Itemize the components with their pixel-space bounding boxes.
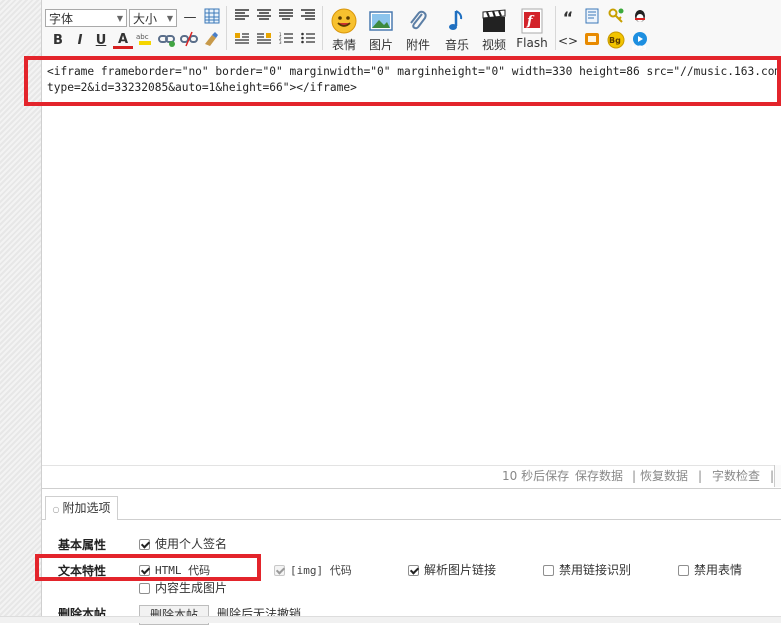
- restore-data-link[interactable]: 恢复数据: [640, 466, 688, 486]
- tab-underline: [42, 519, 781, 520]
- clear-format-icon[interactable]: [201, 31, 221, 51]
- svg-text:abc: abc: [136, 33, 149, 41]
- highlight-box-code: [24, 56, 781, 106]
- basic-attributes-label: 基本属性: [58, 538, 107, 552]
- key-icon[interactable]: [606, 8, 626, 28]
- qq-icon[interactable]: [630, 8, 650, 28]
- ordered-list-icon[interactable]: 123: [276, 31, 296, 51]
- bold-button[interactable]: B: [48, 31, 68, 51]
- image-label: 图片: [368, 38, 393, 52]
- music-note-icon: [444, 8, 470, 34]
- flash-label: Flash: [516, 36, 548, 50]
- code-icon[interactable]: <>: [558, 31, 578, 51]
- tab-extra-options[interactable]: ○ 附加选项: [45, 496, 118, 520]
- background-color-icon[interactable]: abc: [135, 31, 155, 51]
- image-icon: [368, 8, 394, 34]
- quote-icon[interactable]: “: [558, 8, 578, 28]
- music-label: 音乐: [444, 38, 469, 52]
- disable-emoticons-checkbox[interactable]: [678, 565, 689, 576]
- float-left-icon[interactable]: [232, 31, 252, 51]
- parse-links-checkbox[interactable]: [408, 565, 419, 576]
- emoticon-label: 表情: [331, 38, 356, 52]
- align-left-icon[interactable]: [232, 8, 252, 28]
- background-icon[interactable]: Bg: [606, 31, 626, 51]
- float-right-icon[interactable]: [254, 31, 274, 51]
- align-center-icon[interactable]: [254, 8, 274, 28]
- music-button[interactable]: 音乐: [439, 8, 475, 54]
- highlight-box-html-option: [35, 554, 261, 581]
- tab-label: 附加选项: [62, 501, 111, 515]
- flash-button[interactable]: f Flash: [512, 8, 552, 54]
- align-justify-icon[interactable]: [276, 8, 296, 28]
- video-button[interactable]: 视频: [476, 8, 512, 54]
- status-divider: |: [698, 469, 703, 483]
- mp3-icon[interactable]: MP3: [630, 31, 650, 52]
- unordered-list-icon[interactable]: [298, 31, 318, 51]
- disable-emoticons-label: 禁用表情: [694, 563, 743, 577]
- parse-links-option[interactable]: 解析图片链接: [408, 563, 496, 577]
- underline-button[interactable]: U: [91, 31, 111, 51]
- chevron-down-icon: ▼: [116, 14, 123, 23]
- resize-handle[interactable]: [774, 465, 781, 487]
- disable-emoticons-option[interactable]: 禁用表情: [678, 563, 742, 577]
- font-family-select[interactable]: 字体 ▼: [45, 9, 127, 27]
- img-code-checkbox: [274, 565, 285, 576]
- use-signature-option[interactable]: 使用个人签名: [139, 537, 227, 551]
- svg-text:3: 3: [279, 40, 282, 44]
- editor-toolbar: 字体 ▼ 大小 ▼ — B I U A abc 123 表情 图片 附件 音乐 …: [42, 0, 781, 57]
- font-size-value: 大小: [133, 12, 158, 26]
- img-code-option: [img] 代码: [274, 563, 352, 578]
- font-family-value: 字体: [49, 12, 74, 26]
- attachment-button[interactable]: 附件: [400, 8, 436, 54]
- use-signature-checkbox[interactable]: [139, 539, 150, 550]
- horizontal-rule-icon[interactable]: —: [180, 8, 200, 28]
- link-icon[interactable]: [157, 31, 177, 51]
- status-divider: |: [632, 469, 637, 483]
- attachment-label: 附件: [405, 38, 430, 52]
- content-to-image-checkbox[interactable]: [139, 583, 150, 594]
- video-label: 视频: [481, 38, 506, 52]
- align-right-icon[interactable]: [298, 8, 318, 28]
- content-to-image-option[interactable]: 内容生成图片: [139, 581, 227, 595]
- font-color-button[interactable]: A: [113, 30, 133, 49]
- use-signature-label: 使用个人签名: [155, 537, 228, 551]
- autosave-countdown: 10 秒后保存: [502, 469, 570, 483]
- paperclip-icon: [405, 8, 431, 34]
- unlink-icon[interactable]: [179, 31, 199, 51]
- hide-content-icon[interactable]: [582, 31, 602, 51]
- disable-link-recognition-checkbox[interactable]: [543, 565, 554, 576]
- editor-status-bar: 10 秒后保存 保存数据 | 恢复数据 | 字数检查 |: [42, 465, 781, 488]
- emoticon-button[interactable]: 表情: [326, 8, 362, 54]
- bg-glyph: Bg: [609, 36, 621, 45]
- image-button[interactable]: 图片: [363, 8, 399, 54]
- chevron-down-icon: ▼: [166, 14, 173, 23]
- free-text-icon[interactable]: [582, 8, 602, 28]
- toolbar-separator: [555, 6, 556, 50]
- clapperboard-icon: [481, 8, 507, 34]
- toolbar-separator: [226, 6, 227, 50]
- italic-button[interactable]: I: [70, 31, 90, 51]
- disable-link-recognition-label: 禁用链接识别: [559, 563, 632, 577]
- save-data-link[interactable]: 保存数据: [575, 466, 623, 486]
- toolbar-separator: [322, 6, 323, 50]
- parse-links-label: 解析图片链接: [424, 563, 497, 577]
- font-size-select[interactable]: 大小 ▼: [129, 9, 177, 27]
- disable-link-recognition-option[interactable]: 禁用链接识别: [543, 563, 631, 577]
- word-check-link[interactable]: 字数检查: [712, 466, 760, 486]
- smiley-icon: [331, 8, 357, 34]
- table-icon[interactable]: [202, 8, 222, 28]
- flash-icon: f: [519, 8, 545, 34]
- content-to-image-label: 内容生成图片: [155, 581, 228, 595]
- tab-bullet-icon: ○: [52, 505, 60, 514]
- img-code-label: [img] 代码: [290, 564, 352, 577]
